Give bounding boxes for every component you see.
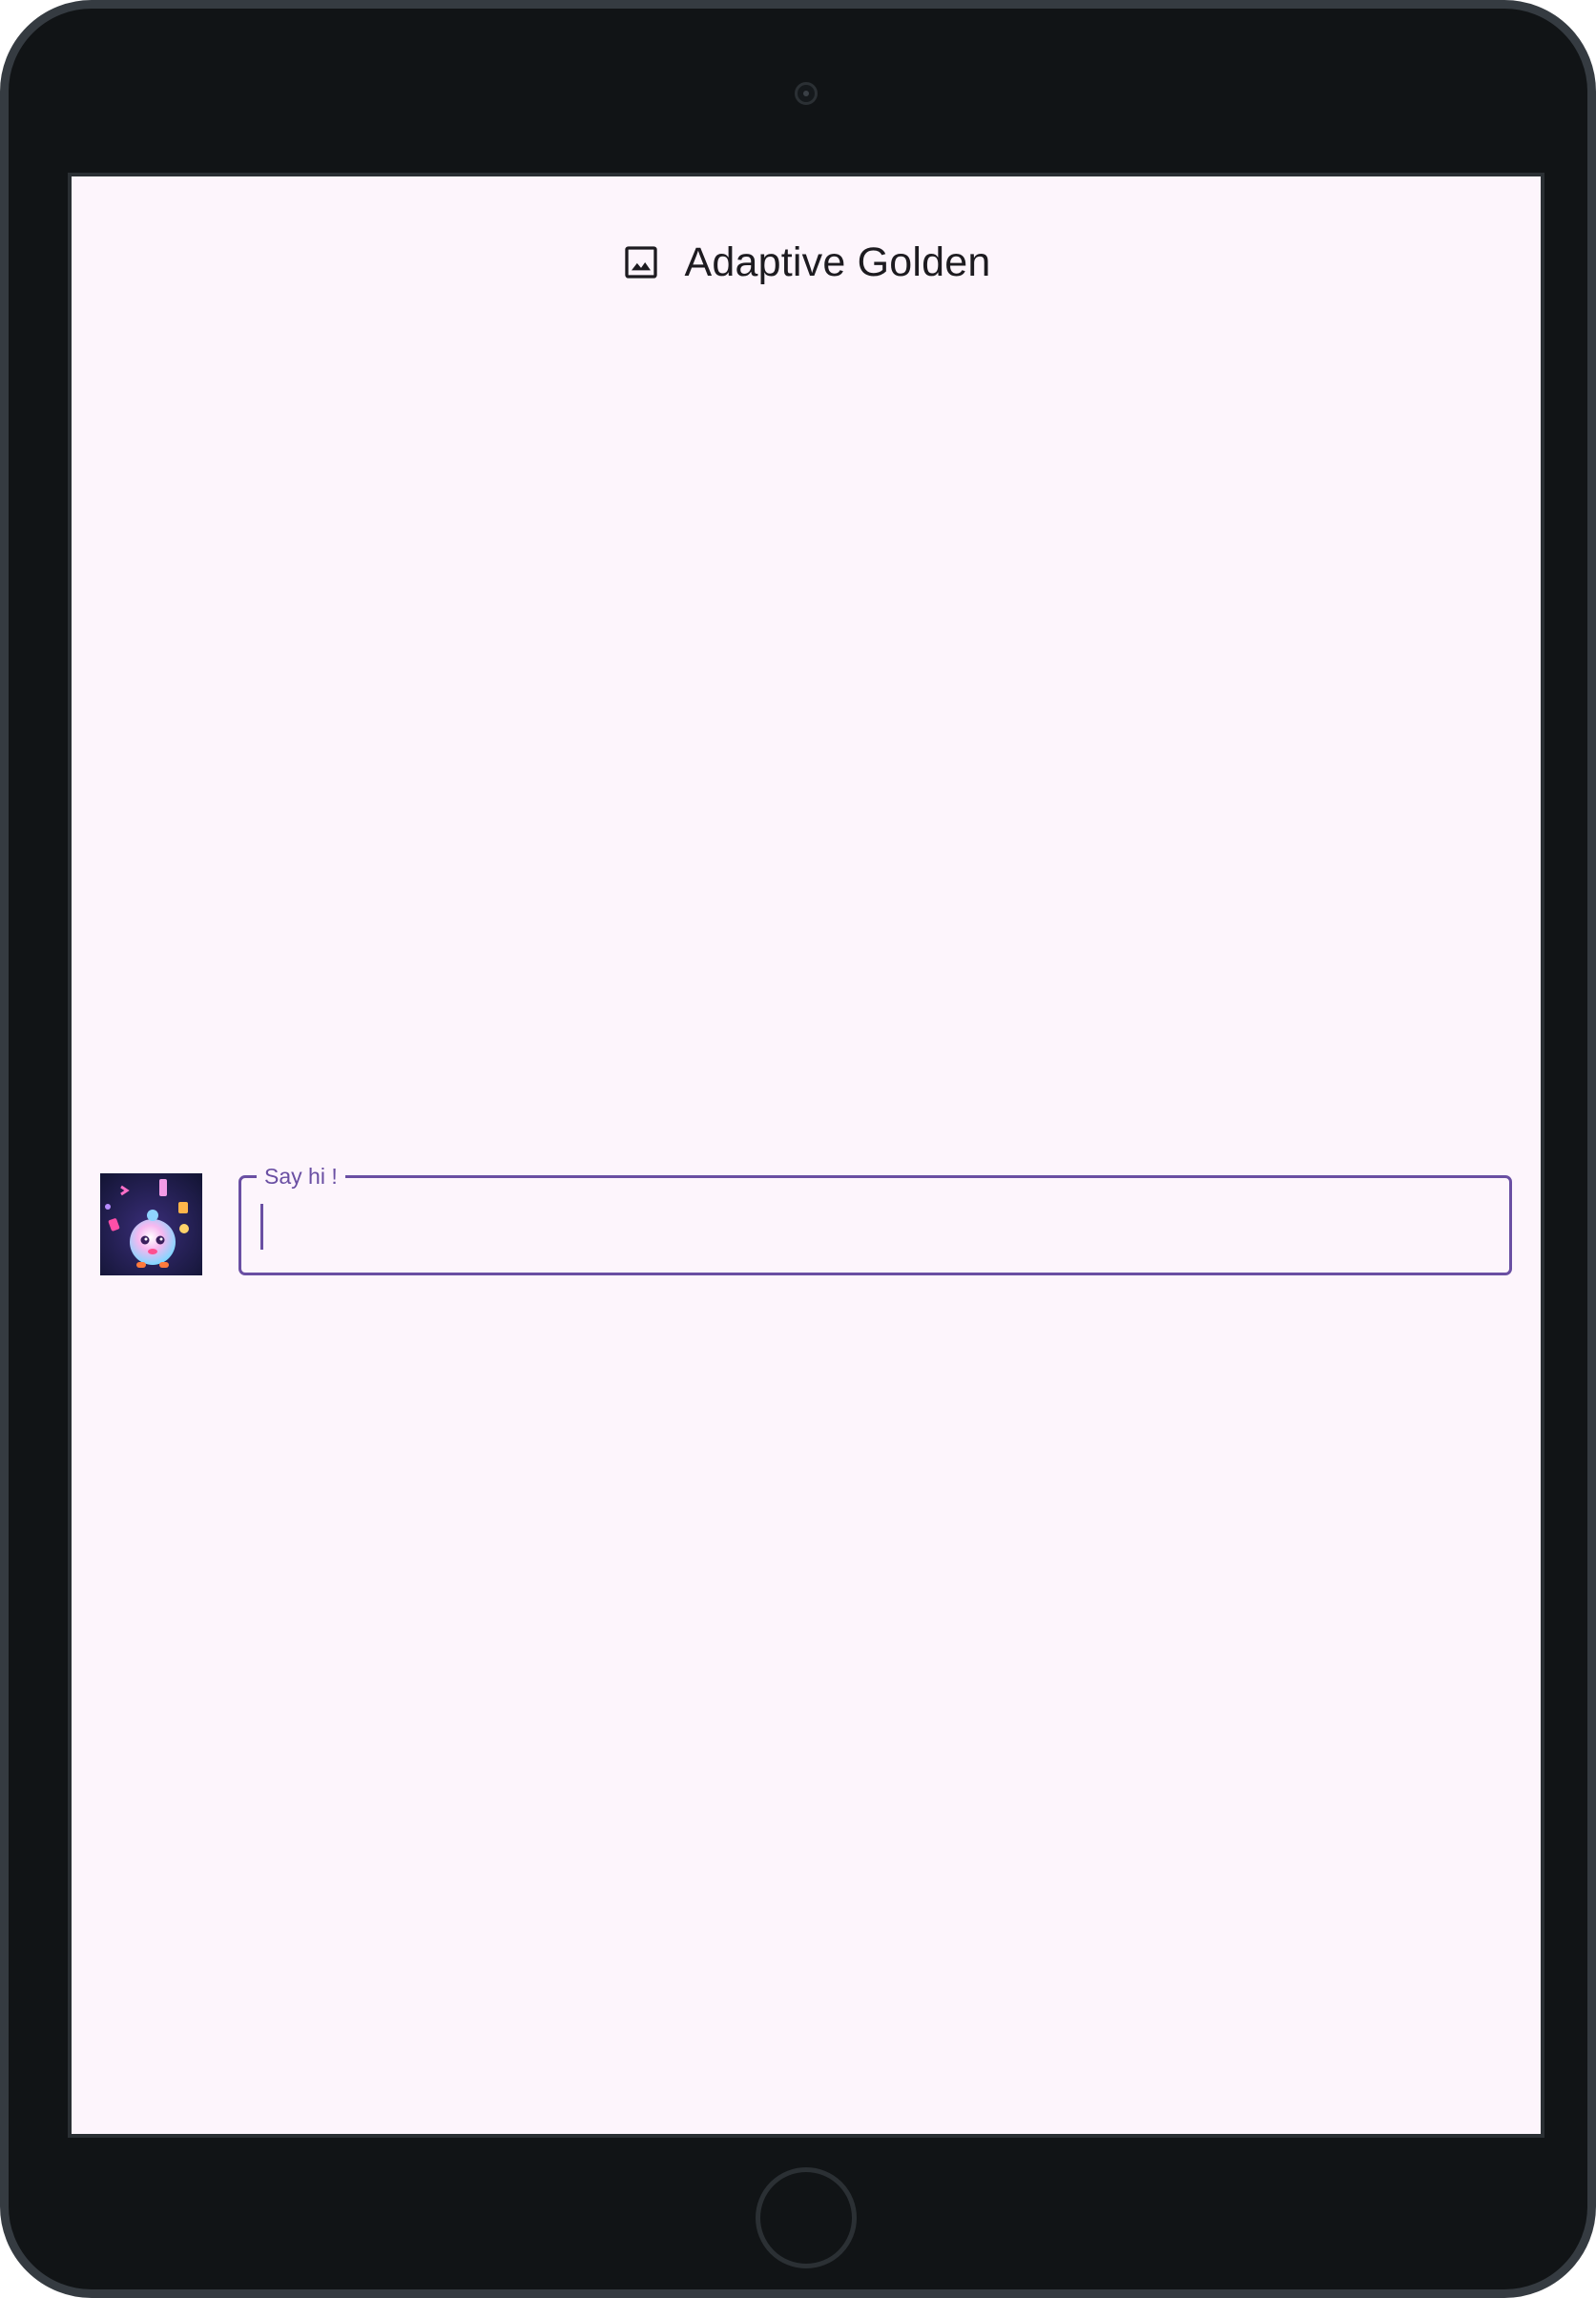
- tablet-device-frame: Adaptive Golden Say hi !: [0, 0, 1596, 2298]
- message-input[interactable]: [260, 1201, 1490, 1251]
- text-cursor: [260, 1204, 263, 1250]
- image-icon: [624, 246, 657, 279]
- title-bar: Adaptive Golden: [72, 234, 1541, 291]
- message-input-container[interactable]: Say hi !: [238, 1164, 1512, 1275]
- screen-frame: Adaptive Golden Say hi !: [68, 173, 1544, 2138]
- avatar-image: [100, 1173, 202, 1275]
- front-camera: [795, 82, 818, 105]
- avatar: [100, 1173, 202, 1275]
- app-title: Adaptive Golden: [684, 238, 991, 285]
- home-button[interactable]: [756, 2167, 857, 2268]
- input-label: Say hi !: [257, 1164, 345, 1189]
- app-screen: Adaptive Golden Say hi !: [72, 176, 1541, 2134]
